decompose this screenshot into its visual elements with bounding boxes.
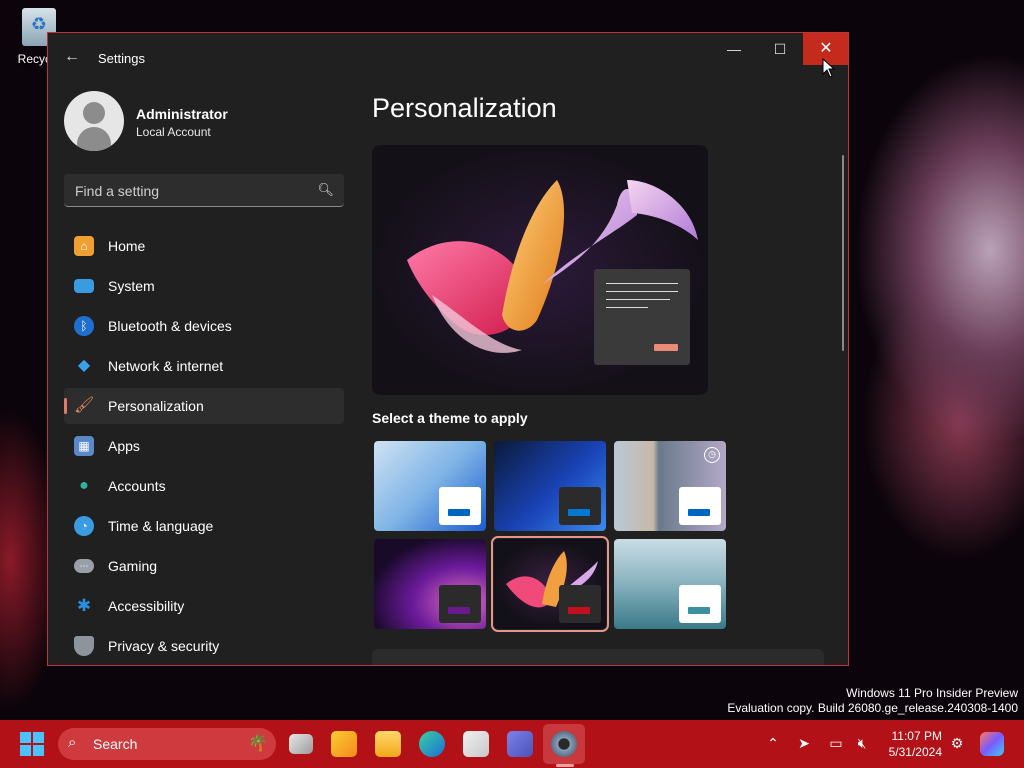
accounts-icon: ● — [79, 477, 89, 494]
taskbar-search-label: Search — [93, 736, 138, 752]
account-type: Local Account — [136, 125, 211, 139]
sidebar-item-label: Bluetooth & devices — [108, 318, 232, 334]
teams-icon[interactable] — [507, 731, 533, 757]
bluetooth-icon: ᛒ — [74, 316, 94, 336]
search-icon: ⌕ — [68, 734, 77, 751]
window-title: Settings — [98, 51, 145, 66]
find-setting-search[interactable]: Find a setting 🔍︎ — [64, 174, 344, 207]
sidebar-nav: ⌂ Home System ᛒ Bluetooth & devices ◆ Ne… — [64, 228, 344, 665]
close-icon: ✕ — [819, 40, 833, 57]
volume-muted-icon[interactable]: 🔇︎ — [853, 735, 871, 752]
taskbar: ⌕ Search 🌴 ⌃ ➤ ▭ 🔇︎ 11:07 PM 5/31/2024 ⚙ — [0, 720, 1024, 768]
user-name: Administrator — [136, 106, 228, 122]
theme-glow[interactable]: ◷ — [614, 441, 726, 531]
theme-captured-motion[interactable] — [374, 539, 486, 629]
clock-date: 5/31/2024 — [888, 745, 942, 759]
sidebar-item-label: System — [108, 278, 155, 294]
task-view-icon[interactable] — [289, 734, 313, 754]
sidebar-item-privacy-security[interactable]: Privacy & security — [64, 628, 344, 664]
search-icon: 🔍︎ — [317, 182, 334, 197]
sidebar-item-home[interactable]: ⌂ Home — [64, 228, 344, 264]
shield-icon — [74, 636, 94, 656]
sidebar-item-label: Accounts — [108, 478, 166, 494]
minimize-icon: — — [727, 41, 741, 57]
sidebar-item-gaming[interactable]: ⋯ Gaming — [64, 548, 344, 584]
window-preview-card — [594, 269, 690, 365]
minimize-button[interactable]: — — [711, 33, 757, 65]
watermark-edition: Windows 11 Pro Insider Preview — [846, 686, 1018, 700]
sidebar-item-label: Personalization — [108, 398, 204, 414]
maximize-button[interactable]: ☐ — [757, 33, 803, 65]
copilot-icon[interactable] — [980, 732, 1004, 756]
active-app-indicator — [556, 764, 574, 767]
sidebar-item-label: Apps — [108, 438, 140, 454]
send-icon[interactable]: ➤ — [795, 735, 813, 752]
accessibility-icon: ✱ — [76, 596, 92, 615]
scrollbar[interactable] — [842, 155, 844, 351]
sidebar-item-label: Privacy & security — [108, 638, 220, 654]
sidebar-item-label: Gaming — [108, 558, 158, 574]
store-icon[interactable] — [463, 731, 489, 757]
notification-icon[interactable]: ⚙ — [948, 735, 966, 752]
system-icon — [74, 279, 94, 293]
clock-time: 11:07 PM — [891, 729, 942, 743]
theme-windows-light[interactable] — [374, 441, 486, 531]
brush-icon: 🖌︎ — [74, 397, 95, 414]
home-icon: ⌂ — [74, 236, 94, 256]
settings-taskbar-icon[interactable] — [551, 731, 577, 757]
title-bar[interactable]: ← Settings — ☐ ✕ — [48, 33, 848, 81]
theme-section-label: Select a theme to apply — [372, 410, 528, 426]
wifi-icon: ◆ — [77, 357, 91, 374]
slideshow-icon: ◷ — [704, 447, 720, 463]
windows-watermark: Windows 11 Pro Insider Preview Evaluatio… — [727, 686, 1018, 716]
sidebar-item-apps[interactable]: ▦ Apps — [64, 428, 344, 464]
globe-icon: ◔ — [74, 516, 94, 536]
apps-icon: ▦ — [74, 436, 94, 456]
edge-icon[interactable] — [419, 731, 445, 757]
sidebar-item-label: Time & language — [108, 518, 214, 534]
sidebar-item-label: Network & internet — [108, 358, 224, 374]
chevron-up-icon[interactable]: ⌃ — [764, 735, 782, 752]
sidebar-item-system[interactable]: System — [64, 268, 344, 304]
page-title: Personalization — [372, 93, 557, 123]
theme-windows-dark[interactable] — [494, 441, 606, 531]
sidebar-item-personalization[interactable]: 🖌︎ Personalization — [64, 388, 344, 424]
gamepad-icon: ⋯ — [74, 559, 94, 573]
search-input[interactable]: Find a setting — [75, 183, 159, 199]
start-button[interactable] — [20, 732, 44, 756]
system-clock[interactable]: 11:07 PM 5/31/2024 — [870, 728, 942, 760]
widgets-icon[interactable] — [331, 731, 357, 757]
theme-preview — [372, 145, 708, 395]
sidebar-item-label: Accessibility — [108, 598, 185, 614]
taskbar-search[interactable]: ⌕ Search 🌴 — [58, 728, 276, 760]
network-icon[interactable]: ▭ — [827, 735, 845, 752]
avatar — [64, 91, 124, 151]
maximize-icon: ☐ — [773, 41, 787, 57]
sidebar-item-network[interactable]: ◆ Network & internet — [64, 348, 344, 384]
theme-sunrise[interactable] — [614, 539, 726, 629]
watermark-build: Evaluation copy. Build 26080.ge_release.… — [727, 701, 1018, 715]
mouse-cursor-icon — [822, 58, 836, 78]
next-settings-card[interactable] — [372, 649, 824, 665]
file-explorer-icon[interactable] — [375, 731, 401, 757]
sidebar-item-label: Home — [108, 238, 146, 254]
sidebar-item-time-language[interactable]: ◔ Time & language — [64, 508, 344, 544]
sidebar-item-accessibility[interactable]: ✱ Accessibility — [64, 588, 344, 624]
settings-window: ← Settings — ☐ ✕ Administrator Local Acc… — [47, 32, 849, 666]
search-highlight-icon: 🌴 — [248, 735, 268, 752]
sidebar-item-accounts[interactable]: ● Accounts — [64, 468, 344, 504]
arrow-left-icon: ← — [64, 48, 80, 65]
theme-flow[interactable] — [491, 536, 609, 632]
sidebar-item-bluetooth[interactable]: ᛒ Bluetooth & devices — [64, 308, 344, 344]
preview-accent-button — [654, 344, 678, 351]
back-button[interactable]: ← — [62, 47, 82, 67]
